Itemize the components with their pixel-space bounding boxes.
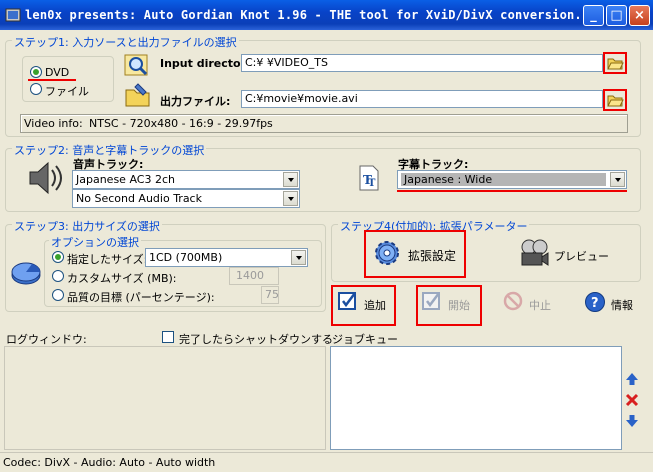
pie-chart-icon	[11, 262, 41, 285]
source-dvd-label: DVD	[45, 66, 70, 79]
step1-title: ステップ1: 入力ソースと出力ファイルの選択	[12, 34, 239, 50]
highlight-input-browse	[603, 52, 627, 74]
custom-size-field[interactable]: 1400	[229, 267, 279, 285]
source-dvd-radio[interactable]	[30, 66, 42, 78]
highlight-dvd	[28, 79, 76, 81]
quality-radio[interactable]	[52, 289, 64, 301]
queue-title: ジョブキュー	[332, 333, 398, 346]
quality-label: 品質の目標 (パーセンテージ):	[67, 291, 215, 304]
speaker-icon	[29, 161, 62, 195]
app-icon	[5, 8, 21, 22]
stop-icon[interactable]	[503, 291, 523, 311]
title-bar: len0x presents: Auto Gordian Knot 1.96 -…	[0, 0, 653, 30]
video-info-label: Video info:	[24, 117, 83, 130]
size-radio[interactable]	[52, 251, 64, 263]
highlight-add	[331, 285, 396, 326]
subtitle-track-select[interactable]: Japanese : Wide	[397, 170, 627, 189]
shutdown-checkbox[interactable]	[162, 331, 174, 343]
svg-text:T: T	[368, 178, 376, 189]
quality-field[interactable]: 75	[261, 286, 279, 304]
size-value: 1CD (700MB)	[149, 251, 223, 264]
svg-text:?: ?	[591, 296, 599, 311]
subtitle-doc-icon: T T	[359, 165, 379, 191]
video-info-value: NTSC - 720x480 - 16:9 - 29.97fps	[89, 117, 273, 130]
subtitle-track-value: Japanese : Wide	[401, 173, 606, 186]
status-text: Codec: DivX - Audio: Auto - Auto width	[3, 456, 216, 469]
close-button[interactable]: ×	[629, 5, 650, 26]
log-title: ログウィンドウ:	[6, 333, 87, 346]
audio-track1-value: Japanese AC3 2ch	[76, 173, 175, 186]
video-info-panel: Video info: NTSC - 720x480 - 16:9 - 29.9…	[20, 114, 628, 133]
move-down-icon[interactable]	[625, 414, 639, 428]
size-select[interactable]: 1CD (700MB)	[145, 248, 308, 267]
custom-size-label: カスタムサイズ (MB):	[67, 272, 177, 285]
preview-label[interactable]: プレビュー	[554, 248, 609, 264]
custom-size-radio[interactable]	[52, 270, 64, 282]
chevron-down-icon[interactable]	[283, 172, 298, 187]
delete-icon[interactable]	[625, 393, 639, 407]
audio-track2-select[interactable]: No Second Audio Track	[72, 189, 300, 208]
output-file-label: 出力ファイル:	[160, 95, 231, 108]
film-reel-icon[interactable]	[518, 238, 550, 268]
chevron-down-icon[interactable]	[283, 191, 298, 206]
step3-title: ステップ3: 出力サイズの選択	[12, 218, 162, 234]
highlight-advanced	[364, 230, 466, 278]
highlight-output-browse	[603, 89, 627, 111]
input-directory-field[interactable]: C:¥ ¥VIDEO_TS	[241, 54, 603, 72]
maximize-button[interactable]: □	[606, 5, 627, 26]
info-icon[interactable]: ?	[584, 291, 606, 313]
output-file-field[interactable]: C:¥movie¥movie.avi	[241, 90, 603, 108]
job-queue-list[interactable]	[330, 346, 622, 450]
source-file-radio[interactable]	[30, 83, 42, 95]
move-up-icon[interactable]	[625, 372, 639, 386]
highlight-subtitle	[397, 190, 627, 192]
audio-track1-select[interactable]: Japanese AC3 2ch	[72, 170, 300, 189]
options-title: オプションの選択	[49, 234, 141, 250]
size-label: 指定したサイズ:	[67, 253, 148, 266]
shutdown-label: 完了したらシャットダウンする	[179, 333, 333, 346]
minimize-button[interactable]: _	[583, 5, 604, 26]
chevron-down-icon[interactable]	[291, 250, 306, 265]
source-file-label: ファイル	[45, 85, 89, 98]
log-window[interactable]	[4, 346, 326, 450]
status-bar: Codec: DivX - Audio: Auto - Auto width	[0, 452, 653, 472]
window-title: len0x presents: Auto Gordian Knot 1.96 -…	[25, 8, 582, 22]
chevron-down-icon[interactable]	[610, 172, 625, 187]
search-folder-icon[interactable]	[124, 52, 150, 78]
stop-label[interactable]: 中止	[529, 297, 551, 313]
info-label[interactable]: 情報	[611, 297, 633, 313]
audio-track2-value: No Second Audio Track	[76, 192, 202, 205]
output-folder-icon[interactable]	[124, 82, 152, 108]
highlight-start	[416, 285, 482, 326]
